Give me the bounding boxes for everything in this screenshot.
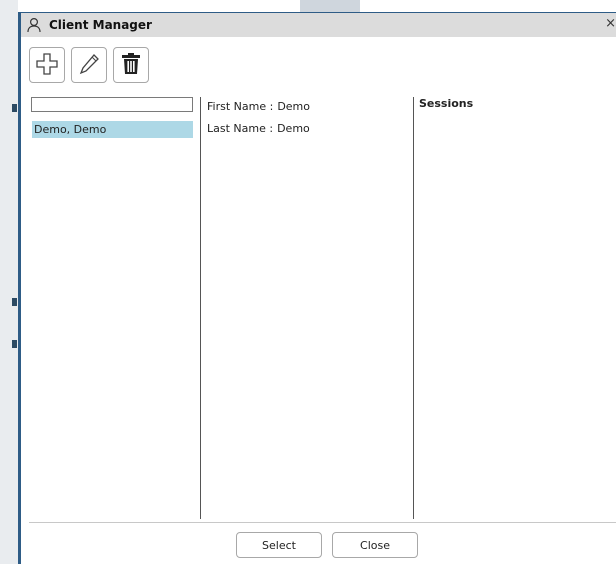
last-name-label: Last Name :: [207, 122, 274, 135]
toolbar: [29, 47, 149, 85]
last-name-row: Last Name : Demo: [207, 121, 407, 143]
client-list-pane: Demo, Demo: [29, 97, 195, 527]
desktop-marker: [12, 104, 17, 112]
desktop-marker: [12, 340, 17, 348]
select-button[interactable]: Select: [236, 532, 322, 558]
desktop-marker: [12, 298, 17, 306]
close-window-button[interactable]: ×: [605, 16, 616, 31]
delete-client-button[interactable]: [113, 47, 149, 83]
desktop-background-top: [300, 0, 360, 12]
pane-divider: [413, 97, 414, 519]
close-button[interactable]: Close: [332, 532, 418, 558]
sessions-pane: Sessions: [419, 97, 473, 110]
client-manager-window: Client Manager × Demo, Demo First Name:…: [18, 12, 616, 564]
plus-icon: [35, 52, 59, 79]
client-details-pane: First Name : Demo Last Name : Demo: [207, 99, 407, 143]
last-name-value: Demo: [277, 122, 310, 135]
sessions-title: Sessions: [419, 97, 474, 110]
desktop-background: [0, 0, 18, 564]
edit-client-button[interactable]: [71, 47, 107, 83]
client-list-item[interactable]: Demo, Demo: [32, 121, 193, 138]
window-title: Client Manager: [49, 18, 152, 32]
first-name-row: First Name : Demo: [207, 99, 407, 121]
client-search-input[interactable]: [31, 97, 193, 112]
pencil-icon: [77, 52, 101, 79]
first-name-label: First Name :: [207, 100, 274, 113]
person-icon: [25, 16, 43, 34]
add-client-button[interactable]: [29, 47, 65, 83]
trash-icon: [119, 52, 143, 79]
titlebar[interactable]: Client Manager ×: [21, 13, 616, 37]
pane-divider: [200, 97, 201, 519]
footer-divider: [29, 522, 616, 523]
first-name-value: Demo: [277, 100, 310, 113]
